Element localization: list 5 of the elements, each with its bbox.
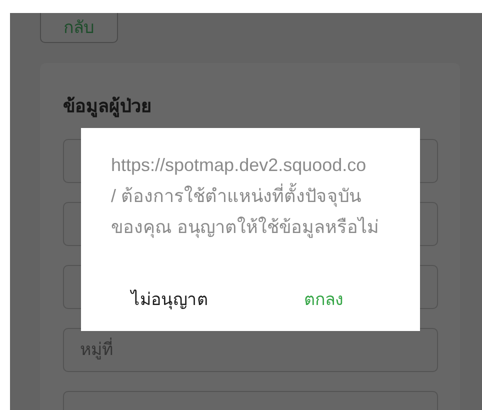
deny-button[interactable]: ไม่อนุญาต (131, 285, 208, 312)
back-button[interactable]: กลับ (40, 13, 118, 43)
dialog-message: https://spotmap.dev2.squood.co / ต้องการใช้ตำแหน่งที่ตั้งปัจจุบัน ของคุณ อนุญาตให้ใช้ข้อมูลหรือไม่ (111, 154, 380, 240)
ok-button[interactable]: ตกลง (304, 285, 343, 312)
section-heading: ข้อมูลผู้ป่วย (63, 95, 153, 120)
